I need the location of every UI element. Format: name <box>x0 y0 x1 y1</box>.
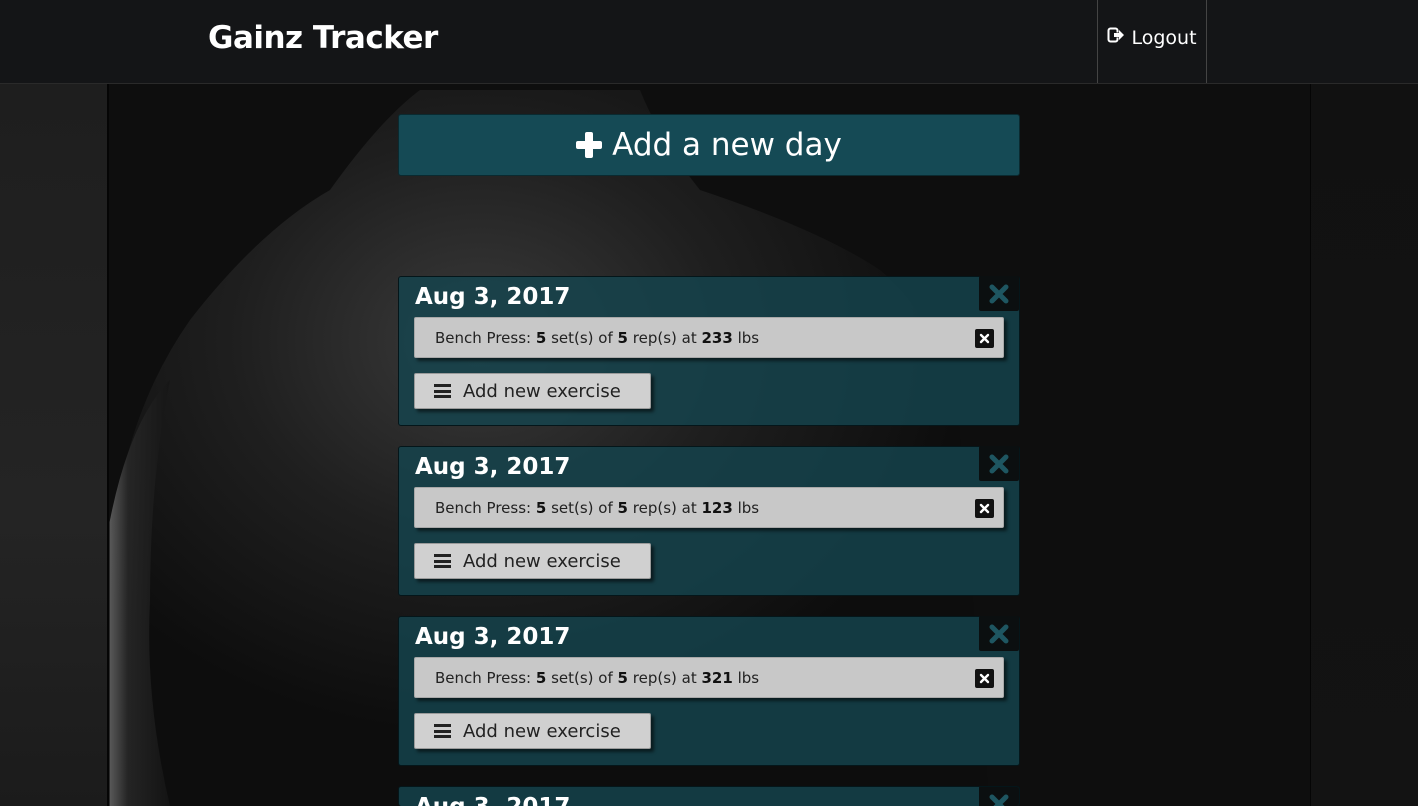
close-icon <box>989 624 1009 643</box>
day-date: Aug 3, 2017 <box>415 454 571 480</box>
page: Gainz Tracker Logout Add a new day Aug 3… <box>0 0 1418 806</box>
close-icon <box>989 794 1009 806</box>
close-square-icon <box>979 333 990 344</box>
sign-out-icon <box>1107 26 1125 49</box>
delete-day-button[interactable] <box>979 616 1019 651</box>
close-icon <box>989 454 1009 473</box>
add-exercise-button[interactable]: Add new exercise <box>414 373 651 409</box>
add-exercise-label: Add new exercise <box>463 720 621 742</box>
brand-title[interactable]: Gainz Tracker <box>208 20 438 56</box>
day-card: Aug 3, 2017 Bench Press: 5 set(s) of 5 r… <box>398 616 1020 766</box>
add-exercise-label: Add new exercise <box>463 380 621 402</box>
day-card: Aug 3, 2017 Bench Press: 5 set(s) of 5 r… <box>398 446 1020 596</box>
exercise-text: Bench Press: 5 set(s) of 5 rep(s) at 233… <box>435 328 760 347</box>
bars-icon <box>434 384 451 398</box>
plus-icon <box>576 132 603 158</box>
remove-exercise-button[interactable] <box>975 499 994 518</box>
add-exercise-button[interactable]: Add new exercise <box>414 713 651 749</box>
close-square-icon <box>979 503 990 514</box>
exercise-row: Bench Press: 5 set(s) of 5 rep(s) at 321… <box>414 657 1004 698</box>
close-icon <box>989 284 1009 303</box>
add-exercise-button[interactable]: Add new exercise <box>414 543 651 579</box>
exercise-row: Bench Press: 5 set(s) of 5 rep(s) at 123… <box>414 487 1004 528</box>
day-card: Aug 3, 2017 <box>398 786 1020 806</box>
add-day-button[interactable]: Add a new day <box>398 114 1020 176</box>
delete-day-button[interactable] <box>979 446 1019 481</box>
logout-label: Logout <box>1131 26 1197 49</box>
exercise-text: Bench Press: 5 set(s) of 5 rep(s) at 123… <box>435 498 760 517</box>
delete-day-button[interactable] <box>979 787 1019 806</box>
remove-exercise-button[interactable] <box>975 329 994 348</box>
day-date: Aug 3, 2017 <box>415 624 571 650</box>
bars-icon <box>434 554 451 568</box>
day-date: Aug 3, 2017 <box>415 284 571 310</box>
remove-exercise-button[interactable] <box>975 669 994 688</box>
delete-day-button[interactable] <box>979 276 1019 311</box>
exercise-row: Bench Press: 5 set(s) of 5 rep(s) at 233… <box>414 317 1004 358</box>
add-exercise-label: Add new exercise <box>463 550 621 572</box>
logout-button[interactable]: Logout <box>1097 0 1207 83</box>
add-day-label: Add a new day <box>612 127 842 163</box>
day-date: Aug 3, 2017 <box>415 794 570 806</box>
left-panel <box>0 84 109 806</box>
day-card: Aug 3, 2017 Bench Press: 5 set(s) of 5 r… <box>398 276 1020 426</box>
close-square-icon <box>979 673 990 684</box>
navbar: Gainz Tracker Logout <box>0 0 1418 84</box>
bars-icon <box>434 724 451 738</box>
exercise-text: Bench Press: 5 set(s) of 5 rep(s) at 321… <box>435 668 760 687</box>
right-panel <box>1310 84 1418 806</box>
